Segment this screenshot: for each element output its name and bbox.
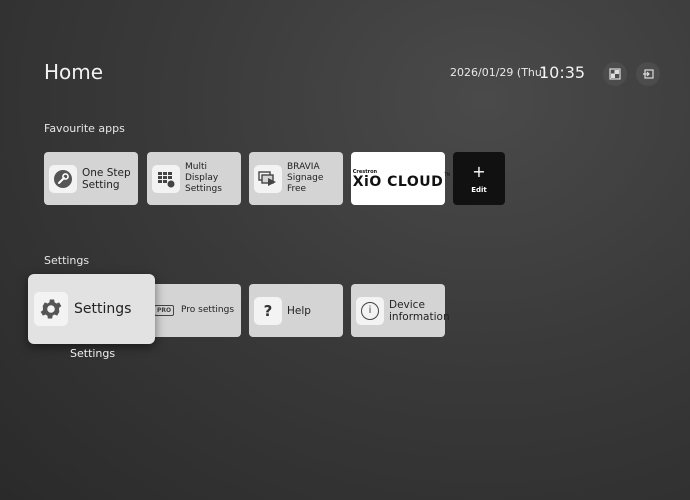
tile-label: Settings <box>74 300 132 317</box>
plus-icon: + <box>472 161 486 181</box>
wrench-icon <box>49 164 77 193</box>
gear-icon <box>34 292 68 326</box>
tile-label-line2: Setting <box>82 178 120 191</box>
tile-label-line1: Device <box>389 298 425 311</box>
play-screens-icon <box>254 164 282 193</box>
input-switch-button[interactable] <box>603 62 627 86</box>
tile-label: Help <box>287 304 311 317</box>
tile-label-line2: information <box>389 310 450 323</box>
pro-badge-icon: PRO <box>152 297 176 325</box>
tile-label-line1: Multi Display <box>185 162 219 183</box>
pro-badge: PRO <box>153 305 175 316</box>
exit-input-icon <box>643 69 654 79</box>
info-icon: i <box>356 296 384 325</box>
favourites-section-label: Favourite apps <box>44 122 125 135</box>
trademark-label: TM <box>444 171 451 177</box>
tile-label-line1: One Step <box>82 166 131 179</box>
focused-tile-caption: Settings <box>70 347 116 360</box>
settings-tile-focused[interactable]: Settings <box>28 274 155 344</box>
tile-label-line2: Signage Free <box>287 173 324 194</box>
input-switch-icon <box>609 68 621 80</box>
tile-label-line1: BRAVIA <box>287 162 320 172</box>
settings-section-label: Settings <box>44 254 90 267</box>
pro-settings-tile[interactable]: PRO Pro settings <box>147 284 241 337</box>
edit-favourites-tile[interactable]: + Edit <box>453 152 505 205</box>
page-title: Home <box>44 60 104 84</box>
multi-display-settings-tile[interactable]: Multi Display Settings <box>147 152 241 205</box>
question-icon: ? <box>254 296 282 325</box>
one-step-setting-tile[interactable]: One Step Setting <box>44 152 138 205</box>
xio-cloud-tile[interactable]: Crestron XiO CLOUD TM <box>351 152 450 205</box>
xio-cloud-logo: Crestron XiO CLOUD TM <box>352 169 450 190</box>
help-tile[interactable]: ? Help <box>249 284 343 337</box>
info-glyph: i <box>361 301 379 320</box>
edit-label: Edit <box>471 185 487 194</box>
tile-label: Pro settings <box>181 305 235 315</box>
clock: 10:35 <box>539 63 586 82</box>
grid-display-icon <box>152 164 180 193</box>
tile-label-line2: Settings <box>185 184 222 194</box>
exit-input-button[interactable] <box>636 62 660 86</box>
device-information-tile[interactable]: i Device information <box>351 284 450 337</box>
question-glyph: ? <box>263 301 273 320</box>
xio-cloud-label: XiO CLOUD <box>352 173 444 190</box>
date-label: 2026/01/29 (Thu) <box>450 66 547 79</box>
bravia-signage-free-tile[interactable]: BRAVIA Signage Free <box>249 152 343 205</box>
